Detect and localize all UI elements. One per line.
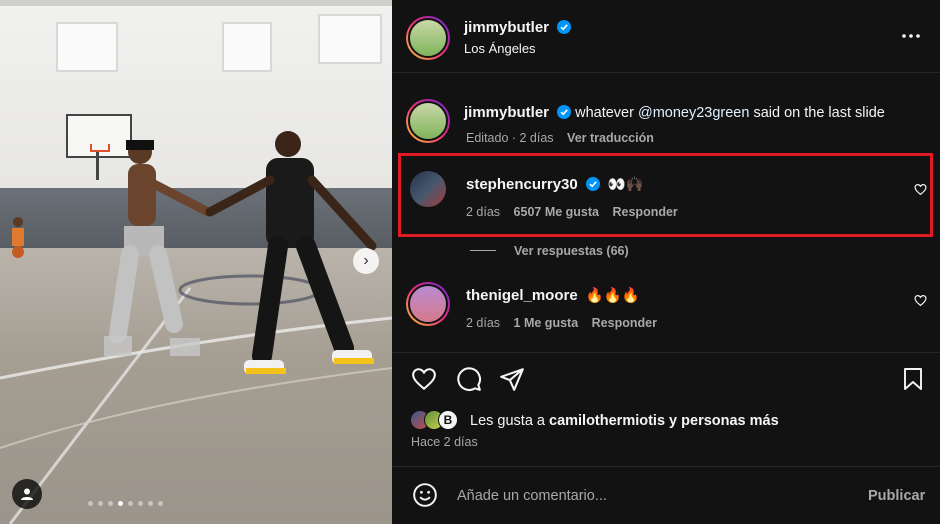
reply-button[interactable]: Responder [592, 316, 657, 330]
more-horizontal-icon [902, 34, 920, 38]
carousel-indicator [88, 501, 163, 506]
input-divider [392, 466, 940, 467]
likes-suffix[interactable]: y personas más [665, 413, 779, 429]
actions-divider [392, 352, 940, 353]
view-replies-label: Ver respuestas (66) [514, 244, 629, 258]
emoji-smiley-icon[interactable] [412, 482, 438, 508]
tagged-users-button[interactable] [12, 479, 42, 509]
likes-prefix: Les gusta a [470, 413, 549, 429]
comment: thenigel_moore 🔥🔥🔥 [466, 287, 640, 304]
caption-meta: Editado · 2 días Ver traducción [466, 131, 654, 145]
author-avatar[interactable] [406, 16, 450, 60]
hoop-post [96, 152, 99, 180]
publish-button[interactable]: Publicar [868, 488, 925, 504]
comment-meta: 2 días 1 Me gusta Responder [466, 316, 657, 330]
caption-text-after: said on the last slide [749, 105, 885, 121]
child-figure [12, 217, 24, 258]
caption: jimmybutler whatever @money23green said … [464, 104, 924, 122]
carousel-dot [148, 501, 153, 506]
likers-avatars[interactable]: B [410, 410, 466, 430]
post-timestamp[interactable]: Hace 2 días [411, 435, 478, 449]
comment-username[interactable]: thenigel_moore [466, 287, 578, 304]
carousel-dot [98, 501, 103, 506]
post-location[interactable]: Los Ángeles [464, 41, 536, 56]
carousel-dot-active [118, 501, 123, 506]
comment-bubble-icon[interactable] [456, 366, 482, 392]
chevron-right-icon: › [363, 252, 369, 269]
likes-summary[interactable]: Les gusta a camilothermiotis y personas … [470, 413, 779, 429]
author-username[interactable]: jimmybutler [464, 19, 549, 36]
liker-avatar: B [438, 410, 458, 430]
carousel-dot [88, 501, 93, 506]
user-icon [21, 488, 33, 500]
replies-line [470, 250, 496, 251]
caption-text-before: whatever [575, 105, 638, 121]
carousel-dot [128, 501, 133, 506]
gym-window [56, 22, 118, 72]
verified-badge-icon [557, 20, 572, 34]
post-author[interactable]: jimmybutler [464, 19, 572, 37]
carousel-dot [138, 501, 143, 506]
highlight-annotation-box [398, 153, 933, 237]
caption-username[interactable]: jimmybutler [464, 104, 549, 121]
comment-input[interactable] [455, 484, 839, 508]
verified-badge-icon [557, 105, 572, 119]
translate-link[interactable]: Ver traducción [567, 131, 654, 145]
ceiling-beam [0, 0, 392, 6]
header-divider [392, 72, 940, 73]
caption-edited: Editado · 2 días [466, 131, 554, 145]
carousel-dot [158, 501, 163, 506]
share-paper-plane-icon[interactable] [499, 366, 525, 392]
next-slide-button[interactable]: › [353, 248, 379, 274]
view-replies-button[interactable]: Ver respuestas (66) [514, 244, 629, 258]
likes-user[interactable]: camilothermiotis [549, 413, 665, 429]
comment-text: 🔥🔥🔥 [585, 288, 640, 304]
gym-window [222, 22, 272, 72]
post-image[interactable]: › [0, 0, 392, 524]
gym-window [318, 14, 382, 64]
comment-avatar[interactable] [406, 282, 450, 326]
comment-time[interactable]: 2 días [466, 316, 500, 330]
comment-likes[interactable]: 1 Me gusta [514, 316, 579, 330]
caption-mention[interactable]: @money23green [638, 105, 749, 121]
caption-avatar[interactable] [406, 99, 450, 143]
save-bookmark-icon[interactable] [901, 366, 925, 392]
heart-icon[interactable] [914, 294, 927, 307]
more-options-button[interactable] [900, 26, 922, 46]
like-heart-icon[interactable] [411, 366, 437, 392]
carousel-dot [108, 501, 113, 506]
